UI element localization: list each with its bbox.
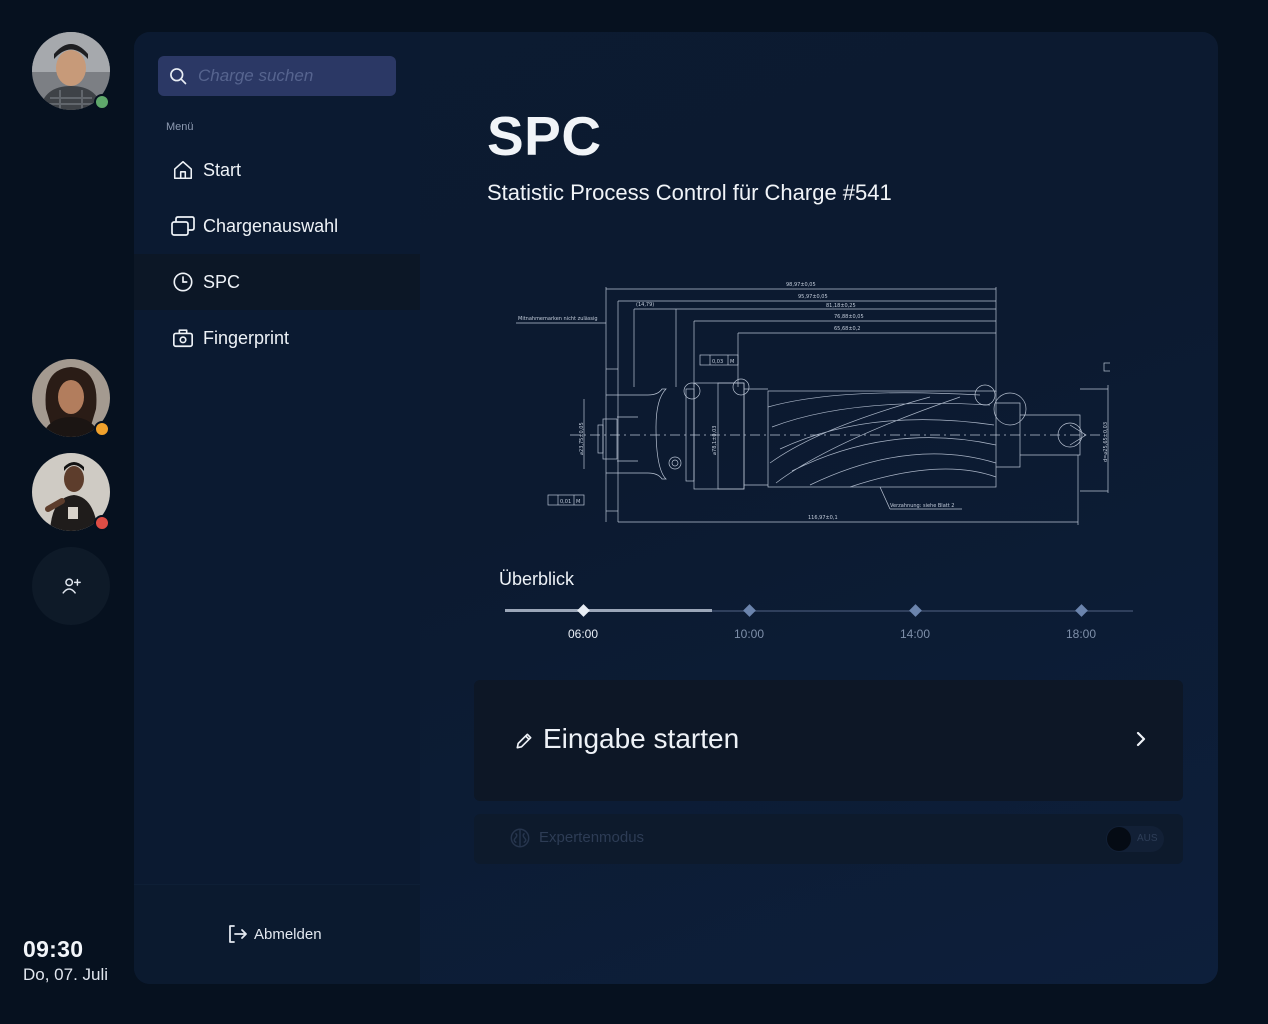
page-subtitle: Statistic Process Control für Charge #54… bbox=[487, 180, 892, 205]
dim-text: d=⌀25,65±0,03 bbox=[1103, 422, 1109, 462]
timeline[interactable]: 06:00 10:00 14:00 18:00 bbox=[505, 600, 1133, 641]
technical-drawing: 98,97±0,05 95,97±0,05 81,18±0,25 76,88±0… bbox=[516, 282, 1110, 525]
brain-icon bbox=[510, 828, 530, 848]
chevron-right-icon bbox=[1136, 731, 1146, 747]
timeline-marker[interactable] bbox=[909, 604, 922, 617]
sidebar-item-label: SPC bbox=[203, 271, 241, 292]
sidebar: Menü Start Chargenauswahl bbox=[134, 32, 420, 984]
timeline-marker[interactable] bbox=[743, 604, 756, 617]
pencil-icon bbox=[516, 733, 532, 749]
dim-text: 65,68±0,2 bbox=[834, 326, 860, 332]
search-input[interactable] bbox=[198, 66, 388, 86]
dim-text: 95,97±0,05 bbox=[798, 294, 828, 300]
camera-icon bbox=[171, 326, 195, 350]
dim-text: ⌀78,1±0,03 bbox=[712, 426, 718, 455]
timeline-marker[interactable] bbox=[1075, 604, 1088, 617]
main-card: Menü Start Chargenauswahl bbox=[134, 32, 1218, 984]
tolerance-value: 0,01 bbox=[560, 499, 571, 505]
home-icon bbox=[171, 158, 195, 182]
add-user-button[interactable] bbox=[32, 547, 110, 625]
clock-icon bbox=[171, 270, 195, 294]
dim-text: 98,97±0,05 bbox=[786, 282, 816, 288]
tolerance-modifier: M bbox=[576, 499, 580, 505]
dim-text: 81,18±0,25 bbox=[826, 303, 856, 309]
clock-date: Do, 07. Juli bbox=[23, 965, 109, 984]
sidebar-item-chargenauswahl[interactable]: Chargenauswahl bbox=[134, 198, 420, 254]
clock-time: 09:30 bbox=[23, 936, 84, 962]
content-area: SPC Statistic Process Control für Charge… bbox=[420, 32, 1218, 984]
stack-icon bbox=[171, 214, 195, 238]
sidebar-item-spc[interactable]: SPC bbox=[134, 254, 420, 310]
sidebar-item-start[interactable]: Start bbox=[134, 142, 420, 198]
logout-button[interactable]: Abmelden bbox=[228, 925, 322, 943]
menu-label: Menü bbox=[166, 121, 194, 133]
sidebar-item-label: Fingerprint bbox=[203, 327, 290, 348]
status-online-dot bbox=[94, 94, 110, 110]
sidebar-item-label: Start bbox=[203, 159, 242, 180]
expert-mode-toggle[interactable]: AUS bbox=[1106, 826, 1164, 852]
dim-text: 116,97±0,1 bbox=[808, 515, 838, 521]
tolerance-value: 0,03 bbox=[712, 359, 723, 365]
logout-label: Abmelden bbox=[254, 925, 322, 943]
sidebar-item-label: Chargenauswahl bbox=[203, 215, 339, 236]
timeline-label: 18:00 bbox=[1065, 627, 1097, 641]
sidebar-item-fingerprint[interactable]: Fingerprint bbox=[134, 310, 420, 366]
dim-text: ⌀23,75±0,05 bbox=[579, 422, 585, 455]
logout-icon bbox=[229, 925, 247, 943]
dim-text: (14,79) bbox=[636, 302, 654, 308]
start-input-button[interactable]: Eingabe starten bbox=[474, 680, 1183, 801]
user-avatar-2[interactable] bbox=[32, 359, 110, 437]
user-rail: 09:30 Do, 07. Juli bbox=[0, 0, 134, 1024]
drawing-note: Verzahnung: siehe Blatt 2 bbox=[890, 503, 954, 509]
timeline-label: 14:00 bbox=[899, 627, 931, 641]
toggle-knob bbox=[1107, 827, 1131, 851]
sidebar-footer: Abmelden bbox=[134, 884, 420, 984]
timeline-marker[interactable] bbox=[577, 604, 590, 617]
status-away-dot bbox=[94, 421, 110, 437]
status-busy-dot bbox=[94, 515, 110, 531]
expert-mode-row: Expertenmodus AUS bbox=[474, 814, 1183, 864]
toggle-state-label: AUS bbox=[1137, 833, 1158, 844]
user-avatar-1[interactable] bbox=[32, 32, 110, 110]
drawing-note: Mitnahmemarken nicht zulässig bbox=[518, 316, 598, 322]
expert-mode-label: Expertenmodus bbox=[539, 829, 645, 846]
user-avatar-3[interactable] bbox=[32, 453, 110, 531]
tolerance-modifier: M bbox=[730, 359, 734, 365]
overview-label: Überblick bbox=[499, 569, 575, 589]
page-title: SPC bbox=[487, 105, 602, 167]
timeline-progress bbox=[505, 609, 713, 612]
search-box[interactable] bbox=[158, 56, 396, 96]
add-user-icon bbox=[62, 578, 81, 594]
start-input-label: Eingabe starten bbox=[543, 723, 740, 754]
search-icon bbox=[170, 68, 187, 85]
timeline-label: 06:00 bbox=[567, 627, 599, 641]
dim-text: 76,88±0,05 bbox=[834, 314, 864, 320]
timeline-label: 10:00 bbox=[733, 627, 765, 641]
clock: 09:30 Do, 07. Juli bbox=[23, 936, 108, 985]
